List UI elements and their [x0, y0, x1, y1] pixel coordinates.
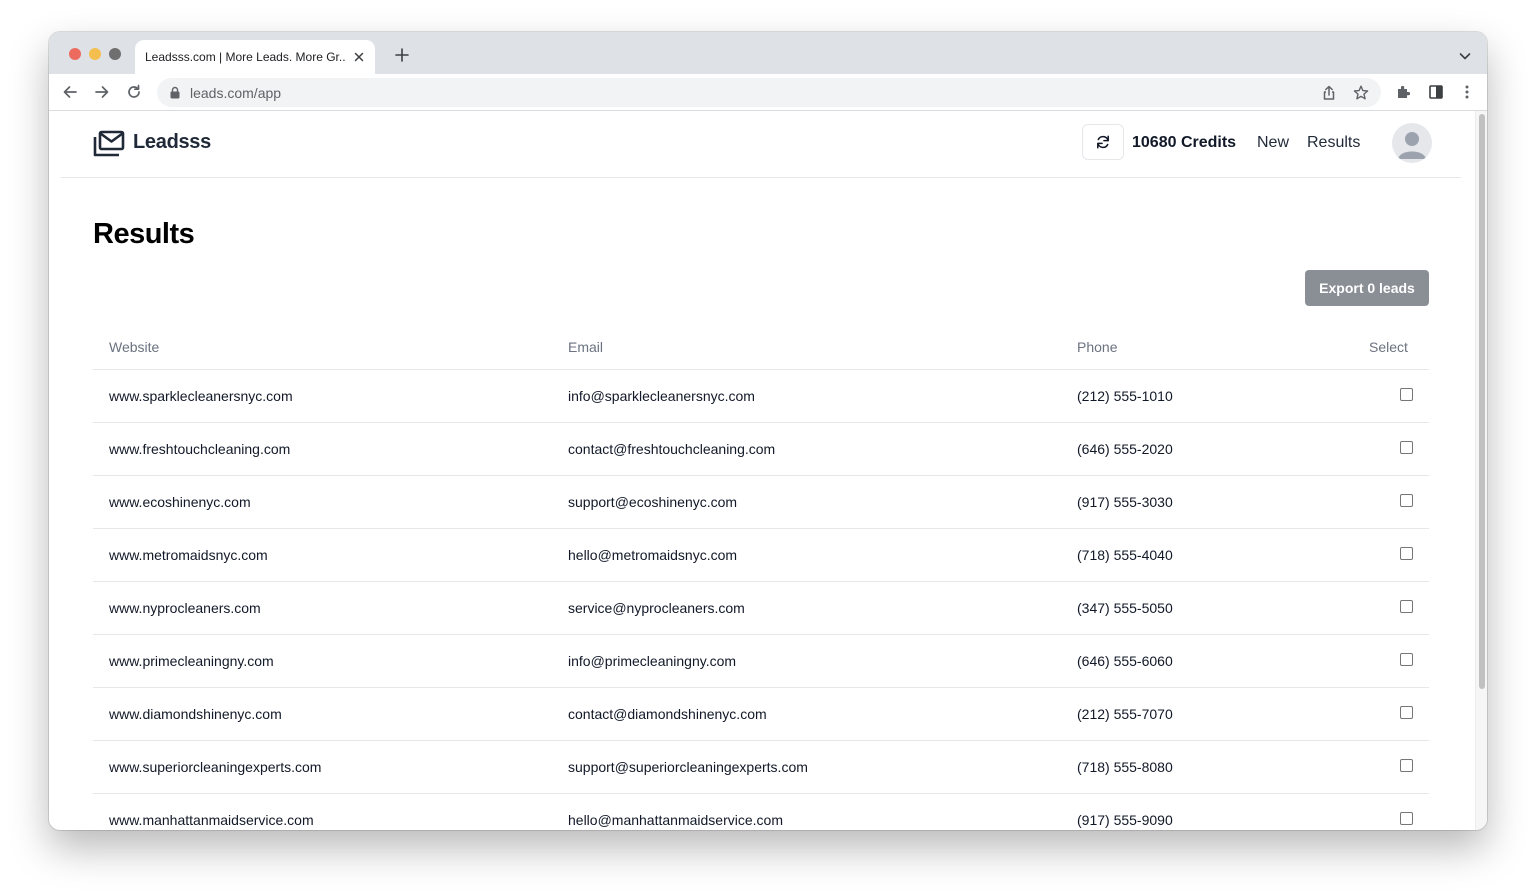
column-header-website: Website	[109, 339, 160, 355]
phone-cell: (718) 555-4040	[1077, 547, 1173, 563]
brand-name[interactable]: Leadsss	[133, 131, 211, 154]
select-checkbox[interactable]	[1400, 706, 1413, 719]
address-bar[interactable]: leads.com/app	[157, 78, 1381, 107]
email-cell: hello@metromaidsnyc.com	[568, 547, 738, 563]
phone-cell: (718) 555-8080	[1077, 759, 1173, 775]
select-checkbox[interactable]	[1400, 547, 1413, 560]
phone-cell: (347) 555-5050	[1077, 600, 1173, 616]
website-cell: www.primecleaningny.com	[109, 653, 274, 669]
minimize-window-button[interactable]	[89, 48, 101, 60]
mail-stack-logo-icon	[93, 130, 125, 157]
table-row: www.metromaidsnyc.com hello@metromaidsny…	[93, 529, 1429, 582]
website-cell: www.sparklecleanersnyc.com	[109, 388, 293, 404]
nav-link-results[interactable]: Results	[1307, 134, 1360, 152]
select-checkbox[interactable]	[1400, 653, 1413, 666]
website-cell: www.freshtouchcleaning.com	[109, 441, 291, 457]
forward-arrow-icon[interactable]	[93, 83, 111, 101]
table-row: www.nyprocleaners.com service@nyproclean…	[93, 582, 1429, 635]
phone-cell: (917) 555-3030	[1077, 494, 1173, 510]
side-panel-icon[interactable]	[1427, 83, 1445, 101]
select-checkbox[interactable]	[1400, 388, 1413, 401]
phone-cell: (917) 555-9090	[1077, 812, 1173, 828]
scrollbar-thumb[interactable]	[1479, 114, 1485, 689]
url-text: leads.com/app	[190, 85, 282, 101]
table-header: Website Email Phone Select	[93, 323, 1429, 370]
refresh-credits-button[interactable]	[1082, 124, 1124, 160]
share-icon[interactable]	[1320, 84, 1338, 102]
tab-title: Leadsss.com | More Leads. More Gr...	[145, 50, 345, 64]
new-tab-icon[interactable]	[394, 47, 410, 63]
more-vertical-icon[interactable]	[1458, 83, 1476, 101]
close-tab-icon[interactable]	[351, 49, 367, 65]
export-leads-button[interactable]: Export 0 leads	[1305, 270, 1429, 306]
browser-toolbar: leads.com/app	[49, 74, 1487, 111]
table-row: www.superiorcleaningexperts.com support@…	[93, 741, 1429, 794]
email-cell: service@nyprocleaners.com	[568, 600, 745, 616]
website-cell: www.diamondshinenyc.com	[109, 706, 282, 722]
website-cell: www.metromaidsnyc.com	[109, 547, 268, 563]
phone-cell: (212) 555-1010	[1077, 388, 1173, 404]
nav-link-new[interactable]: New	[1257, 134, 1289, 152]
browser-window: Leadsss.com | More Leads. More Gr... lea…	[49, 32, 1487, 830]
select-checkbox[interactable]	[1400, 600, 1413, 613]
email-cell: contact@diamondshinenyc.com	[568, 706, 767, 722]
table-row: www.manhattanmaidservice.com hello@manha…	[93, 794, 1429, 830]
browser-tab-active[interactable]: Leadsss.com | More Leads. More Gr...	[135, 40, 375, 74]
extensions-puzzle-icon[interactable]	[1395, 83, 1413, 101]
select-checkbox[interactable]	[1400, 441, 1413, 454]
table-row: www.ecoshinenyc.com support@ecoshinenyc.…	[93, 476, 1429, 529]
website-cell: www.ecoshinenyc.com	[109, 494, 251, 510]
column-header-select: Select	[1369, 339, 1408, 355]
user-avatar[interactable]	[1392, 123, 1432, 163]
close-window-button[interactable]	[69, 48, 81, 60]
table-row: www.sparklecleanersnyc.com info@sparklec…	[93, 370, 1429, 423]
zoom-window-button[interactable]	[109, 48, 121, 60]
table-row: www.freshtouchcleaning.com contact@fresh…	[93, 423, 1429, 476]
phone-cell: (646) 555-2020	[1077, 441, 1173, 457]
email-cell: info@primecleaningny.com	[568, 653, 737, 669]
email-cell: hello@manhattanmaidservice.com	[568, 812, 783, 828]
page-title: Results	[93, 218, 195, 250]
select-checkbox[interactable]	[1400, 812, 1413, 825]
select-checkbox[interactable]	[1400, 759, 1413, 772]
tab-strip: Leadsss.com | More Leads. More Gr...	[49, 32, 1487, 74]
email-cell: support@superiorcleaningexperts.com	[568, 759, 808, 775]
lock-icon	[170, 86, 180, 99]
table-row: www.diamondshinenyc.com contact@diamonds…	[93, 688, 1429, 741]
column-header-email: Email	[568, 339, 604, 355]
phone-cell: (646) 555-6060	[1077, 653, 1173, 669]
website-cell: www.superiorcleaningexperts.com	[109, 759, 322, 775]
page-content: Leadsss 10680 Credits New Results Result	[49, 111, 1475, 830]
user-icon	[1398, 132, 1426, 159]
email-cell: support@ecoshinenyc.com	[568, 494, 738, 510]
email-cell: info@sparklecleanersnyc.com	[568, 388, 755, 404]
reload-icon[interactable]	[125, 83, 143, 101]
website-cell: www.nyprocleaners.com	[109, 600, 261, 616]
phone-cell: (212) 555-7070	[1077, 706, 1173, 722]
back-arrow-icon[interactable]	[61, 83, 79, 101]
column-header-phone: Phone	[1077, 339, 1118, 355]
results-table: Website Email Phone Select www.sparklecl…	[93, 323, 1429, 830]
bookmark-star-icon[interactable]	[1352, 84, 1370, 102]
credits-count: 10680 Credits	[1132, 134, 1237, 151]
select-checkbox[interactable]	[1400, 494, 1413, 507]
email-cell: contact@freshtouchcleaning.com	[568, 441, 776, 457]
website-cell: www.manhattanmaidservice.com	[109, 812, 314, 828]
table-row: www.primecleaningny.com info@primecleani…	[93, 635, 1429, 688]
page-scrollbar[interactable]	[1475, 111, 1487, 830]
refresh-icon	[1097, 135, 1109, 149]
app-header: Leadsss 10680 Credits New Results	[61, 111, 1461, 178]
chevron-down-icon[interactable]	[1458, 49, 1472, 63]
